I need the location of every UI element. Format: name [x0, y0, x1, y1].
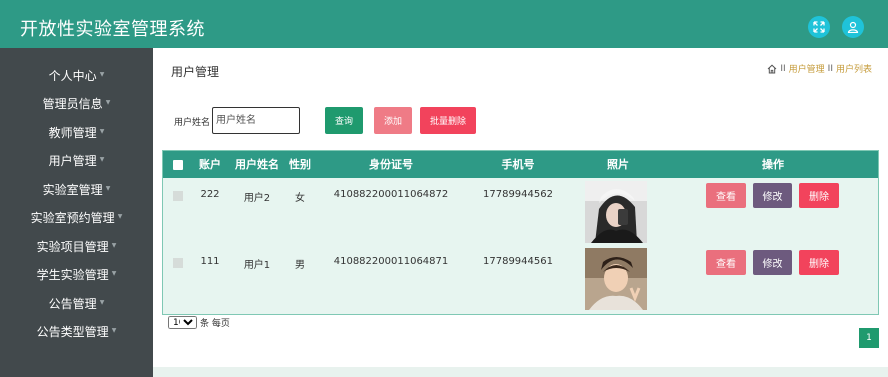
cell-gender: 男 [295, 260, 305, 271]
user-table: 账户 用户姓名 性别 身份证号 手机号 照片 操作 222 用户2 女 4108… [162, 150, 879, 315]
cell-username: 用户1 [243, 260, 271, 271]
column-header-photo: 照片 [607, 158, 629, 171]
cell-idcard: 410882200011064871 [333, 256, 449, 267]
sidebar-item-label: 实验项目管理 [36, 239, 109, 254]
user-photo [585, 248, 647, 310]
page-size-suffix: 条 每页 [200, 319, 230, 329]
page-size-select[interactable]: 10 [168, 316, 197, 329]
breadcrumb-item-user-list[interactable]: 用户列表 [836, 62, 872, 75]
sidebar: 个人中心 ▼ 管理员信息 ▼ 教师管理 ▼ 用户管理 ▼ 实验室管理 ▼ 实验室预约管理 ▼… [0, 48, 153, 377]
sidebar-item-student-experiment[interactable]: 学生实验管理 ▼ [0, 261, 153, 290]
sidebar-item-notice-management[interactable]: 公告管理 ▼ [0, 289, 153, 318]
caret-down-icon: ▼ [111, 241, 117, 249]
breadcrumb-separator: II [827, 63, 833, 74]
cell-phone: 17789944562 [483, 189, 553, 200]
add-button[interactable]: 添加 [374, 107, 412, 134]
view-button[interactable]: 查看 [706, 183, 746, 208]
column-header-phone: 手机号 [501, 158, 535, 171]
select-all-checkbox[interactable] [173, 160, 183, 170]
breadcrumb-item-user-management[interactable]: 用户管理 [789, 62, 825, 75]
sidebar-item-personal-center[interactable]: 个人中心 ▼ [0, 61, 153, 90]
caret-down-icon: ▼ [117, 213, 123, 221]
page-title: 用户管理 [171, 65, 220, 79]
user-button[interactable] [842, 16, 864, 38]
batch-delete-button[interactable]: 批量删除 [420, 107, 476, 134]
cell-gender: 女 [295, 193, 305, 204]
breadcrumb: II 用户管理 II 用户列表 [767, 62, 872, 75]
breadcrumb-separator: II [780, 63, 786, 74]
top-bar: 开放性实验室管理系统 [0, 0, 888, 48]
caret-down-icon: ▼ [111, 270, 117, 278]
sidebar-item-label: 用户管理 [48, 154, 97, 169]
main-content: 用户管理 II 用户管理 II 用户列表 用户姓名 查询 添加 批量删除 账户 … [153, 48, 888, 377]
sidebar-item-label: 公告管理 [48, 296, 97, 311]
sidebar-item-label: 学生实验管理 [36, 268, 109, 283]
edit-button[interactable]: 修改 [753, 250, 792, 275]
page-button-current[interactable]: 1 [859, 328, 879, 348]
sidebar-item-admin-info[interactable]: 管理员信息 ▼ [0, 90, 153, 119]
sidebar-item-teacher-management[interactable]: 教师管理 ▼ [0, 118, 153, 147]
bottom-strip [153, 367, 888, 377]
sidebar-item-label: 教师管理 [48, 125, 97, 140]
table-row: 222 用户2 女 410882200011064872 17789944562… [163, 179, 878, 243]
user-photo [585, 181, 647, 243]
fullscreen-button[interactable] [808, 16, 830, 38]
username-search-input[interactable] [212, 107, 300, 134]
cell-phone: 17789944561 [483, 256, 553, 267]
sidebar-item-user-management[interactable]: 用户管理 ▼ [0, 147, 153, 176]
caret-down-icon: ▼ [105, 184, 111, 192]
search-label: 用户姓名 [174, 118, 211, 128]
sidebar-item-label: 实验室管理 [42, 182, 103, 197]
caret-down-icon: ▼ [99, 156, 105, 164]
edit-button[interactable]: 修改 [753, 183, 792, 208]
cell-username: 用户2 [243, 193, 271, 204]
caret-down-icon: ▼ [99, 70, 105, 78]
expand-icon [813, 21, 825, 33]
table-row: 111 用户1 男 410882200011064871 17789944561… [163, 246, 878, 310]
caret-down-icon: ▼ [99, 127, 105, 135]
sidebar-item-label: 管理员信息 [42, 97, 103, 112]
delete-button[interactable]: 删除 [799, 250, 839, 275]
sidebar-item-label: 公告类型管理 [36, 325, 109, 340]
column-header-idcard: 身份证号 [369, 158, 413, 171]
sidebar-item-lab-booking[interactable]: 实验室预约管理 ▼ [0, 204, 153, 233]
column-header-actions: 操作 [762, 158, 784, 171]
sidebar-item-lab-management[interactable]: 实验室管理 ▼ [0, 175, 153, 204]
app-title: 开放性实验室管理系统 [20, 19, 205, 40]
query-button[interactable]: 查询 [325, 107, 363, 134]
column-header-account: 账户 [199, 158, 221, 171]
caret-down-icon: ▼ [99, 298, 105, 306]
sidebar-item-lab-project[interactable]: 实验项目管理 ▼ [0, 232, 153, 261]
row-checkbox[interactable] [173, 191, 183, 201]
row-checkbox[interactable] [173, 258, 183, 268]
caret-down-icon: ▼ [105, 99, 111, 107]
sidebar-item-label: 实验室预约管理 [30, 211, 115, 226]
view-button[interactable]: 查看 [706, 250, 746, 275]
page-size-control: 10 条 每页 [168, 316, 230, 329]
table-header: 账户 用户姓名 性别 身份证号 手机号 照片 操作 [163, 151, 878, 178]
cell-idcard: 410882200011064872 [333, 189, 449, 200]
cell-account: 111 [200, 256, 220, 267]
user-icon [847, 21, 859, 33]
cell-account: 222 [200, 189, 220, 200]
column-header-username: 用户姓名 [235, 158, 279, 171]
sidebar-item-notice-type[interactable]: 公告类型管理 ▼ [0, 318, 153, 347]
column-header-gender: 性别 [289, 158, 311, 171]
sidebar-item-label: 个人中心 [48, 68, 97, 83]
delete-button[interactable]: 删除 [799, 183, 839, 208]
home-icon[interactable] [767, 64, 777, 74]
caret-down-icon: ▼ [111, 327, 117, 335]
